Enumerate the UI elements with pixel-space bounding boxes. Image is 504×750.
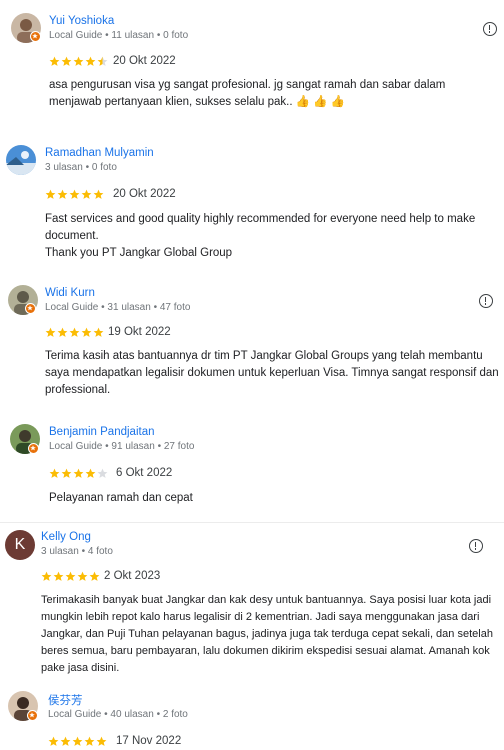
star-rating (48, 736, 108, 747)
local-guide-badge-icon (28, 443, 39, 454)
star-icon (69, 189, 80, 199)
avatar[interactable]: K (5, 530, 35, 560)
star-rating (45, 327, 105, 338)
star-icon (81, 189, 92, 199)
star-icon (89, 571, 100, 581)
review-date: 2 Okt 2023 (104, 570, 161, 582)
review-card: Benjamin Pandjaitan Local Guide • 91 ula… (0, 410, 504, 520)
review-text: Terima kasih atas bantuannya dr tim PT J… (45, 350, 499, 396)
review-text-line: Fast services and good quality highly re… (45, 213, 476, 242)
star-icon (93, 189, 104, 199)
review-date: 20 Okt 2022 (113, 188, 176, 200)
local-guide-badge-icon (30, 31, 41, 42)
star-icon (85, 56, 96, 66)
review-text: Pelayanan ramah dan cepat (49, 492, 193, 504)
review-text: Terimakasih banyak buat Jangkar dan kak … (41, 594, 493, 674)
star-icon (97, 468, 108, 478)
star-icon (45, 327, 56, 337)
review-text: Fast services and good quality highly re… (45, 211, 497, 262)
star-rating (41, 571, 101, 582)
review-card: 侯芬芳 Local Guide • 40 ulasan • 2 foto 17 … (0, 685, 504, 750)
avatar-initial: K (5, 530, 35, 560)
star-icon (61, 468, 72, 478)
star-icon (60, 736, 71, 746)
reviewer-meta: Local Guide • 11 ulasan • 0 foto (49, 30, 189, 41)
review-date: 6 Okt 2022 (116, 467, 173, 479)
review-card: Ramadhan Mulyamin 3 ulasan • 0 foto 20 O… (0, 130, 504, 280)
landscape-photo-icon (6, 145, 36, 175)
star-icon (65, 571, 76, 581)
reviewer-meta: 3 ulasan • 4 foto (41, 546, 113, 557)
star-icon (53, 571, 64, 581)
star-icon (49, 56, 60, 66)
reviewer-name[interactable]: Benjamin Pandjaitan (49, 426, 155, 438)
star-icon (73, 468, 84, 478)
reviewer-meta: Local Guide • 31 ulasan • 47 foto (45, 302, 191, 313)
star-icon (41, 571, 52, 581)
review-card: K Kelly Ong 3 ulasan • 4 foto 2 Okt 2023… (0, 523, 504, 685)
reviewer-name[interactable]: Yui Yoshioka (49, 15, 114, 27)
star-icon (97, 56, 108, 66)
star-icon (57, 327, 68, 337)
star-rating (45, 189, 105, 200)
star-icon (49, 468, 60, 478)
star-icon (73, 56, 84, 66)
review-text: asa pengurusan visa yg sangat profesiona… (49, 79, 446, 108)
review-date: 20 Okt 2022 (113, 55, 176, 67)
more-options-icon[interactable] (483, 22, 497, 36)
star-icon (57, 189, 68, 199)
star-icon (84, 736, 95, 746)
star-icon (61, 56, 72, 66)
star-icon (81, 327, 92, 337)
review-date: 19 Okt 2022 (108, 326, 171, 338)
review-card: Widi Kurn Local Guide • 31 ulasan • 47 f… (0, 280, 504, 410)
local-guide-badge-icon (27, 710, 38, 721)
star-icon (48, 736, 59, 746)
review-date: 17 Nov 2022 (116, 735, 182, 747)
star-icon (77, 571, 88, 581)
reviewer-name[interactable]: Ramadhan Mulyamin (45, 147, 154, 159)
star-icon (93, 327, 104, 337)
star-rating (49, 56, 109, 67)
reviewer-name[interactable]: Widi Kurn (45, 287, 95, 299)
star-rating (49, 468, 109, 479)
reviewer-meta: 3 ulasan • 0 foto (45, 162, 117, 173)
review-text-line: Thank you PT Jangkar Global Group (45, 247, 233, 259)
avatar[interactable] (6, 145, 36, 175)
reviewer-meta: Local Guide • 40 ulasan • 2 foto (48, 709, 188, 720)
more-options-icon[interactable] (469, 539, 483, 553)
reviewer-meta: Local Guide • 91 ulasan • 27 foto (49, 441, 195, 452)
local-guide-badge-icon (25, 303, 36, 314)
star-icon (72, 736, 83, 746)
star-icon (69, 327, 80, 337)
more-options-icon[interactable] (479, 294, 493, 308)
star-icon (45, 189, 56, 199)
reviewer-name[interactable]: Kelly Ong (41, 531, 91, 543)
reviewer-name[interactable]: 侯芬芳 (48, 692, 83, 708)
star-icon (96, 736, 107, 746)
review-card: Yui Yoshioka Local Guide • 11 ulasan • 0… (0, 0, 504, 130)
star-icon (85, 468, 96, 478)
